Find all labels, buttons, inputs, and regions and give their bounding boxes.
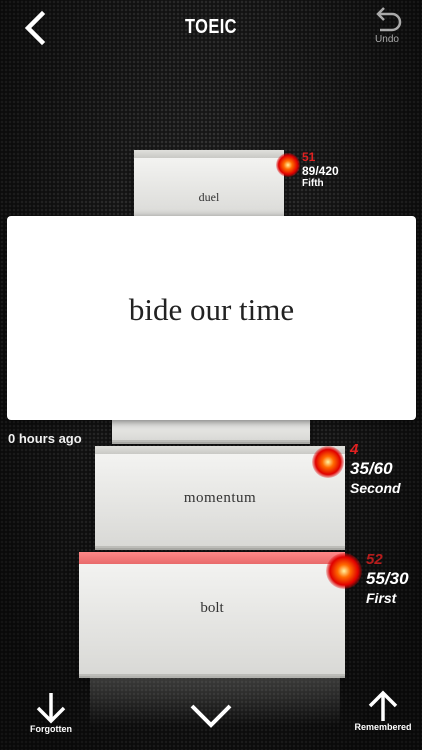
undo-button[interactable]: Undo [364, 4, 410, 54]
arrow-down-icon [36, 693, 66, 724]
card-progress: 89/420 [302, 164, 339, 178]
card-momentum[interactable]: momentum [95, 446, 345, 546]
remembered-button[interactable]: Remembered [350, 688, 416, 746]
card-edge [134, 150, 284, 158]
glow-indicator [312, 446, 344, 478]
remembered-label: Remembered [354, 722, 412, 732]
main-flashcard[interactable]: bide our time [7, 216, 416, 420]
dismiss-button[interactable] [186, 700, 236, 740]
glow-indicator [276, 153, 300, 177]
card-word: duel [198, 190, 220, 204]
glow-indicator [326, 553, 362, 589]
card-stats: 51 89/420 Fifth [302, 150, 339, 190]
header: TOEIC Undo [0, 0, 422, 56]
card-count: 4 [350, 441, 359, 458]
forgotten-button[interactable]: Forgotten [22, 690, 80, 746]
card-duel[interactable]: duel [134, 150, 284, 220]
card-stage: Second [350, 480, 401, 496]
card-count: 52 [366, 551, 383, 568]
card-stats: 4 35/60 Second [350, 441, 401, 496]
card-bolt[interactable]: bolt [79, 552, 345, 674]
card-word: momentum [183, 490, 257, 506]
card-progress: 35/60 [350, 459, 393, 478]
page-title: TOEIC [185, 16, 237, 38]
card-count: 51 [302, 150, 316, 164]
card-word: bolt [200, 600, 224, 616]
chevron-down-icon [190, 704, 232, 728]
forgotten-label: Forgotten [30, 724, 72, 734]
arrow-up-icon [368, 690, 398, 721]
card-stats: 52 55/30 First [366, 551, 409, 606]
card-edge [95, 446, 345, 454]
undo-label: Undo [375, 34, 399, 45]
main-card-word: bide our time [128, 292, 295, 327]
undo-icon [376, 7, 402, 32]
card-edge-highlight [79, 552, 345, 564]
card-stage: First [366, 590, 397, 606]
card-progress: 55/30 [366, 569, 409, 588]
card-stage: Fifth [302, 178, 324, 189]
timestamp-label: 0 hours ago [8, 431, 82, 446]
